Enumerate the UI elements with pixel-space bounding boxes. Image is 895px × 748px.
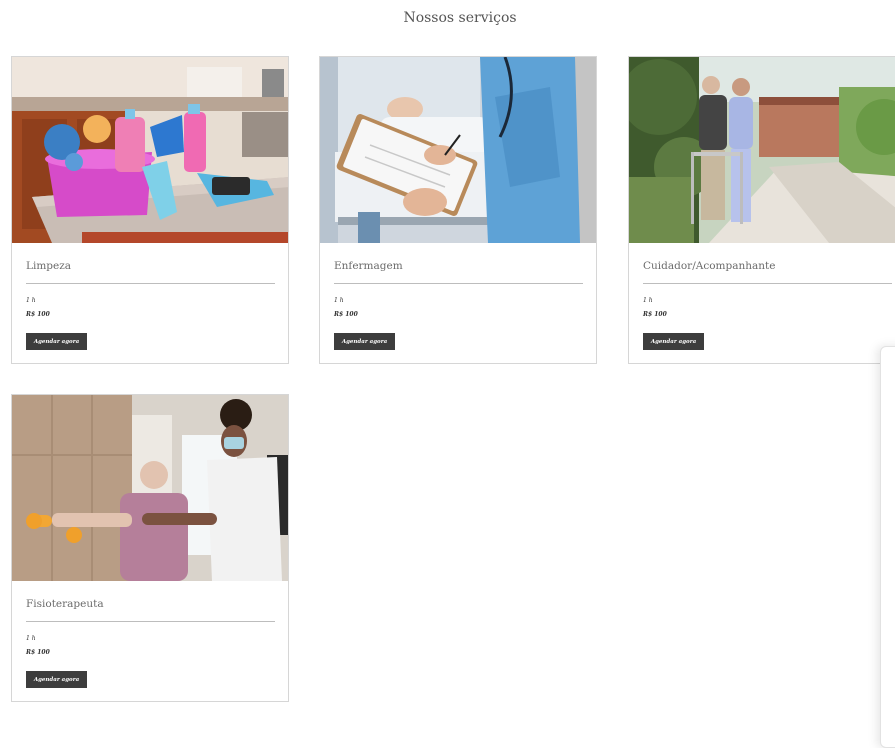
service-title: Limpeza (26, 260, 72, 272)
service-price: R$ 100 (334, 311, 358, 318)
section-title: Nossos serviços (403, 10, 517, 26)
service-duration: 1 h (26, 297, 36, 304)
cleaning-supplies-photo (12, 57, 288, 243)
divider (643, 283, 892, 284)
book-now-button[interactable]: Agendar agora (26, 671, 87, 688)
book-now-button[interactable]: Agendar agora (643, 333, 704, 350)
service-card-cuidador-acompanhante: Cuidador/Acompanhante 1 h R$ 100 Agendar… (628, 56, 895, 364)
service-duration: 1 h (334, 297, 344, 304)
caregiver-walker-photo (629, 57, 895, 243)
divider (26, 283, 275, 284)
service-price: R$ 100 (26, 649, 50, 656)
service-title: Enfermagem (334, 260, 403, 272)
divider (26, 621, 275, 622)
side-panel (880, 346, 895, 748)
service-price: R$ 100 (26, 311, 50, 318)
service-duration: 1 h (643, 297, 653, 304)
nurse-clipboard-photo (320, 57, 596, 243)
service-card-fisioterapeuta: Fisioterapeuta 1 h R$ 100 Agendar agora (11, 394, 289, 702)
service-card-enfermagem: Enfermagem 1 h R$ 100 Agendar agora (319, 56, 597, 364)
service-price: R$ 100 (643, 311, 667, 318)
service-title: Cuidador/Acompanhante (643, 260, 776, 272)
service-title: Fisioterapeuta (26, 598, 104, 610)
book-now-button[interactable]: Agendar agora (26, 333, 87, 350)
service-duration: 1 h (26, 635, 36, 642)
book-now-button[interactable]: Agendar agora (334, 333, 395, 350)
service-card-limpeza: Limpeza 1 h R$ 100 Agendar agora (11, 56, 289, 364)
physiotherapy-dumbbell-photo (12, 395, 288, 581)
divider (334, 283, 583, 284)
